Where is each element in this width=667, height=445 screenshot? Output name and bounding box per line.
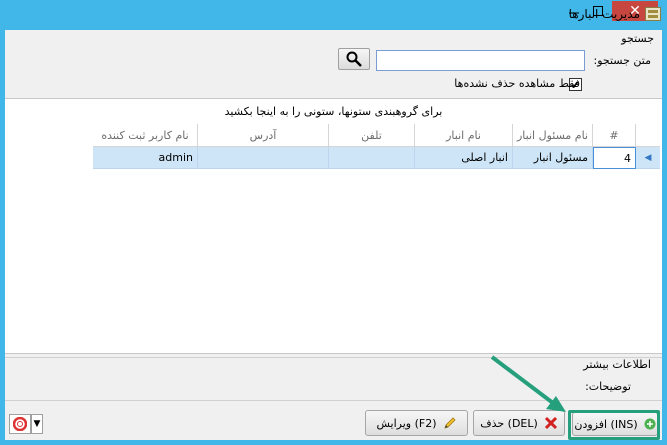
chevron-down-icon: ▼ — [33, 419, 41, 429]
delete-button[interactable]: (DEL) حذف — [473, 410, 565, 436]
search-button[interactable] — [338, 48, 370, 70]
buttons-separator — [5, 400, 662, 401]
cell-name: انبار اصلی — [415, 147, 513, 169]
row-indicator: ◀ — [636, 147, 660, 169]
grid-header: نام کاربر ثبت کننده آدرس تلفن نام انبار … — [93, 124, 660, 147]
details-separator — [5, 357, 662, 358]
lifebuoy-icon — [13, 417, 27, 431]
data-grid: برای گروهبندی ستونها، ستونی را به اینجا … — [5, 98, 662, 354]
delete-button-label: (DEL) حذف — [480, 416, 538, 430]
edit-button[interactable]: (F2) ویرایش — [365, 410, 468, 436]
row-indicator-header — [636, 124, 660, 147]
window-title: مدیریت انبارها — [568, 7, 640, 21]
column-header-phone[interactable]: تلفن — [329, 124, 415, 147]
column-header-name[interactable]: نام انبار — [415, 124, 513, 147]
cell-address — [198, 147, 329, 169]
search-text-label: متن جستجو: — [593, 54, 651, 67]
description-label: توضیحات: — [585, 380, 631, 393]
search-group-label: جستجو — [621, 32, 654, 45]
cell-user: admin — [93, 147, 198, 169]
help-dropdown[interactable]: ▼ — [31, 414, 43, 434]
pencil-icon — [443, 417, 456, 429]
delete-icon — [544, 416, 557, 430]
client-area: جستجو متن جستجو: ✔ فقط مشاهده حذف نشده‌ه… — [5, 30, 662, 440]
app-icon — [645, 7, 661, 21]
add-button-highlight — [568, 410, 660, 440]
edit-button-label: (F2) ویرایش — [376, 416, 437, 430]
search-icon — [346, 51, 362, 67]
cell-manager: مسئول انبار — [513, 147, 593, 169]
column-header-user[interactable]: نام کاربر ثبت کننده — [93, 124, 198, 147]
more-info-label: اطلاعات بیشتر — [583, 358, 651, 371]
column-header-manager[interactable]: نام مسئول انبار — [513, 124, 593, 147]
column-header-address[interactable]: آدرس — [198, 124, 329, 147]
group-panel-hint: برای گروهبندی ستونها، ستونی را به اینجا … — [224, 105, 443, 118]
table-row[interactable]: admin انبار اصلی مسئول انبار 4 ◀ — [93, 147, 660, 169]
title-bar: ✕ مدیریت انبارها — [0, 0, 667, 30]
search-input[interactable] — [376, 50, 585, 71]
cell-number: 4 — [593, 147, 636, 169]
cell-phone — [329, 147, 415, 169]
window: ✕ مدیریت انبارها جستجو متن جستجو: ✔ فقط … — [0, 0, 667, 445]
not-deleted-label: فقط مشاهده حذف نشده‌ها — [454, 77, 580, 90]
row-pointer-icon: ◀ — [644, 152, 652, 163]
column-header-number[interactable]: # — [593, 124, 636, 147]
help-button[interactable] — [9, 414, 31, 434]
